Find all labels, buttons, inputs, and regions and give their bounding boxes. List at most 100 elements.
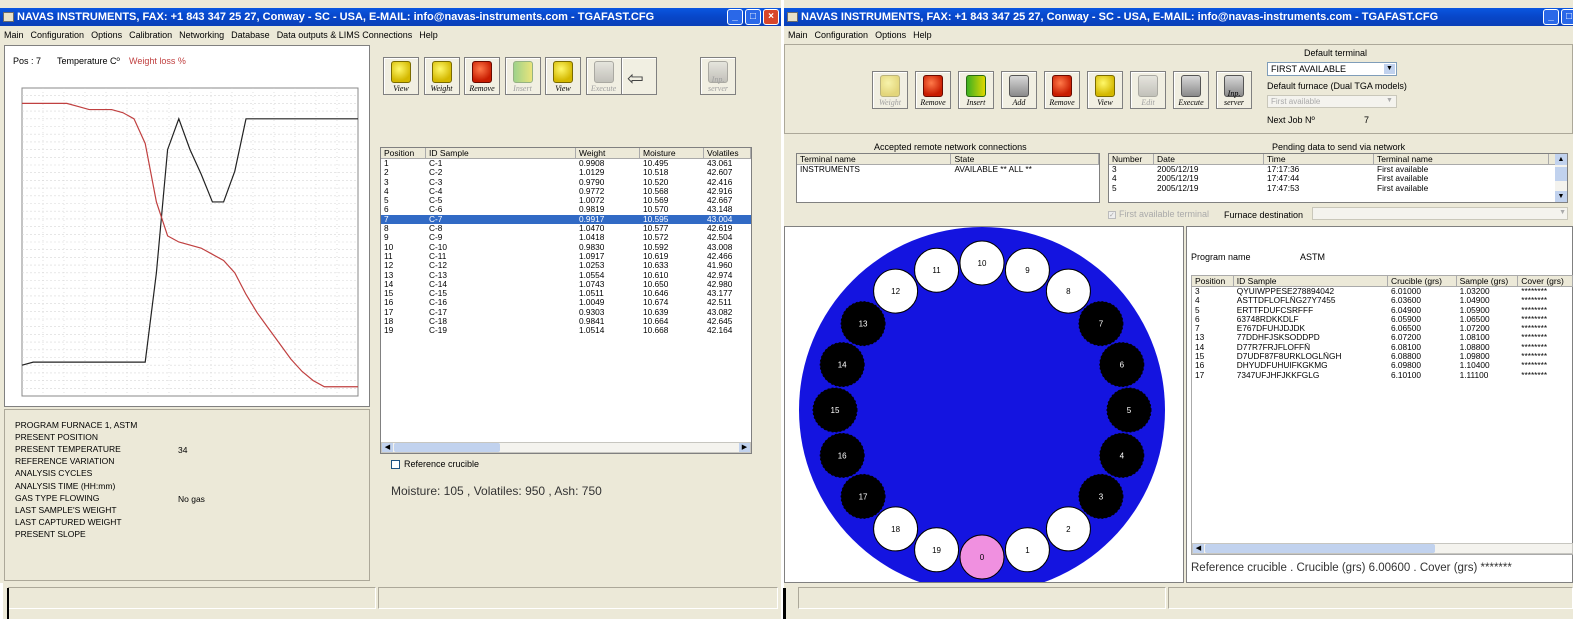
crucible-slot-15[interactable]: 15 bbox=[812, 387, 858, 433]
table-row[interactable]: 5 C-5 1.0072 10.569 42.667 bbox=[381, 196, 751, 205]
menu-item[interactable]: Help bbox=[913, 28, 932, 43]
chevron-up-icon[interactable]: ▲ bbox=[1555, 154, 1567, 165]
table-row[interactable]: 15 C-15 1.0511 10.646 43.177 bbox=[381, 289, 751, 298]
crucible-slot-7[interactable]: 7 bbox=[1078, 301, 1124, 347]
remove-button[interactable]: Remove bbox=[1044, 71, 1080, 109]
column-header[interactable]: Moisture bbox=[640, 148, 704, 158]
menu-item[interactable]: Main bbox=[788, 28, 808, 43]
table-row[interactable]: 18 C-18 0.9841 10.664 42.645 bbox=[381, 317, 751, 326]
back-button[interactable]: ⇦ bbox=[621, 57, 657, 95]
minimize-icon[interactable]: _ bbox=[1543, 9, 1559, 25]
scroll-thumb[interactable] bbox=[1205, 544, 1435, 553]
crucible-slot-12[interactable]: 12 bbox=[873, 268, 919, 314]
first-available-terminal-checkbox[interactable]: ✓ First available terminal bbox=[1108, 209, 1209, 219]
table-row[interactable]: 6 C-6 0.9819 10.570 43.148 bbox=[381, 205, 751, 214]
table-row[interactable]: 4 2005/12/19 17:47:44 First available bbox=[1109, 174, 1567, 183]
table-row[interactable]: 14 D77R7FRJFLOFFÑ 6.08100 1.08800 ******** bbox=[1192, 343, 1573, 352]
column-header[interactable]: Cover (grs) bbox=[1518, 276, 1573, 286]
column-header[interactable]: ID Sample bbox=[1234, 276, 1388, 286]
table-row[interactable]: 11 C-11 1.0917 10.619 42.466 bbox=[381, 252, 751, 261]
menu-item[interactable]: Database bbox=[231, 28, 270, 43]
execute-button[interactable]: Execute bbox=[1173, 71, 1209, 109]
menu-item[interactable]: Help bbox=[419, 28, 438, 43]
insert-button[interactable]: Insert bbox=[958, 71, 994, 109]
crucible-slot-6[interactable]: 6 bbox=[1099, 342, 1145, 388]
menu-item[interactable]: Data outputs & LIMS Connections bbox=[277, 28, 413, 43]
menu-item[interactable]: Configuration bbox=[31, 28, 85, 43]
table-row[interactable]: 19 C-19 1.0514 10.668 42.164 bbox=[381, 326, 751, 335]
menu-item[interactable]: Main bbox=[4, 28, 24, 43]
minimize-icon[interactable]: _ bbox=[727, 9, 743, 25]
weight-button[interactable]: Weight bbox=[872, 71, 908, 109]
column-header[interactable]: Terminal name bbox=[797, 154, 952, 164]
table-row[interactable]: 5 ERTTFDUFCSRFFF 6.04900 1.05900 ******** bbox=[1192, 306, 1573, 315]
scroll-left-icon[interactable]: ◀ bbox=[1193, 544, 1204, 553]
right-title-bar[interactable]: NAVAS INSTRUMENTS, FAX: +1 843 347 25 27… bbox=[784, 8, 1573, 26]
column-header[interactable]: Date bbox=[1154, 154, 1264, 164]
table-row[interactable]: 17 7347UFJHFJKKFGLG 6.10100 1.11100 ******** bbox=[1192, 371, 1573, 380]
table-row[interactable]: 13 77DDHFJSKSODDPD 6.07200 1.08100 ******** bbox=[1192, 333, 1573, 342]
chevron-down-icon[interactable]: ▼ bbox=[1384, 64, 1395, 74]
scroll-thumb[interactable] bbox=[1555, 167, 1567, 181]
furnace-destination-select[interactable]: ▼ bbox=[1312, 207, 1568, 220]
default-terminal-select[interactable]: FIRST AVAILABLE ▼ bbox=[1267, 62, 1397, 76]
edit-button[interactable]: Edit bbox=[1130, 71, 1166, 109]
table-row[interactable]: 7 E767DFUHJDJDK 6.06500 1.07200 ******** bbox=[1192, 324, 1573, 333]
menu-item[interactable]: Options bbox=[91, 28, 122, 43]
menu-item[interactable]: Options bbox=[875, 28, 906, 43]
table-row[interactable]: 14 C-14 1.0743 10.650 42.980 bbox=[381, 280, 751, 289]
crucible-slot-3[interactable]: 3 bbox=[1078, 473, 1124, 519]
table-row[interactable]: 6 63748RDKKDLF 6.05900 1.06500 ******** bbox=[1192, 315, 1573, 324]
results-horizontal-scrollbar[interactable]: ◀ ▶ bbox=[381, 442, 751, 453]
table-row[interactable]: 4 C-4 0.9772 10.568 42.916 bbox=[381, 187, 751, 196]
table-row[interactable]: 9 C-9 1.0418 10.572 42.504 bbox=[381, 233, 751, 242]
close-icon[interactable]: × bbox=[763, 9, 779, 25]
crucible-slot-11[interactable]: 11 bbox=[914, 247, 960, 293]
weight-button[interactable]: Weight bbox=[423, 57, 460, 95]
column-header[interactable]: State bbox=[951, 154, 1099, 164]
insert-button[interactable]: Insert bbox=[504, 57, 541, 95]
add-button[interactable]: Add bbox=[1001, 71, 1037, 109]
crucible-slot-0[interactable]: 0 bbox=[959, 534, 1005, 580]
checkbox-icon[interactable]: ✓ bbox=[1108, 210, 1116, 219]
table-row[interactable]: 15 D7UDF87F8URKLOGLÑGH 6.08800 1.09800 *****… bbox=[1192, 352, 1573, 361]
column-header[interactable]: Terminal name bbox=[1374, 154, 1549, 164]
view-button[interactable]: View bbox=[383, 57, 419, 95]
sample-horizontal-scrollbar[interactable]: ◀ bbox=[1192, 543, 1573, 554]
crucible-slot-8[interactable]: 8 bbox=[1045, 268, 1091, 314]
reference-crucible-checkbox[interactable]: Reference crucible bbox=[391, 459, 479, 470]
left-title-bar[interactable]: NAVAS INSTRUMENTS, FAX: +1 843 347 25 27… bbox=[0, 8, 781, 26]
column-header[interactable]: Weight bbox=[576, 148, 640, 158]
crucible-slot-1[interactable]: 1 bbox=[1004, 527, 1050, 573]
view-button[interactable]: View bbox=[545, 57, 581, 95]
table-row[interactable]: 13 C-13 1.0554 10.610 42.974 bbox=[381, 271, 751, 280]
remove-button[interactable]: Remove bbox=[915, 71, 951, 109]
table-row[interactable]: 16 C-16 1.0049 10.674 42.511 bbox=[381, 298, 751, 307]
table-row[interactable]: 2 C-2 1.0129 10.518 42.607 bbox=[381, 168, 751, 177]
table-row[interactable]: 3 QYUIWPPESE278894042 6.01000 1.03200 ******… bbox=[1192, 287, 1573, 296]
table-row[interactable]: 3 2005/12/19 17:17:36 First available bbox=[1109, 165, 1567, 174]
chevron-down-icon[interactable]: ▼ bbox=[1555, 191, 1567, 202]
column-header[interactable]: Position bbox=[1192, 276, 1234, 286]
table-row[interactable]: 3 C-3 0.9790 10.520 42.416 bbox=[381, 178, 751, 187]
crucible-slot-4[interactable]: 4 bbox=[1099, 432, 1145, 478]
scroll-thumb[interactable] bbox=[394, 443, 500, 452]
column-header[interactable]: Sample (grs) bbox=[1457, 276, 1519, 286]
table-row[interactable]: 1 C-1 0.9908 10.495 43.061 bbox=[381, 159, 751, 168]
table-row[interactable]: 5 2005/12/19 17:47:53 First available bbox=[1109, 184, 1567, 193]
crucible-slot-17[interactable]: 17 bbox=[840, 473, 886, 519]
table-row[interactable]: 16 DHYUDFUHUIFKGKMG 6.09800 1.10400 ******** bbox=[1192, 361, 1573, 370]
scroll-left-icon[interactable]: ◀ bbox=[382, 443, 393, 452]
checkbox-icon[interactable] bbox=[391, 460, 400, 470]
table-row[interactable]: 17 C-17 0.9303 10.639 43.082 bbox=[381, 308, 751, 317]
crucible-slot-2[interactable]: 2 bbox=[1045, 506, 1091, 552]
crucible-slot-18[interactable]: 18 bbox=[873, 506, 919, 552]
view-button[interactable]: View bbox=[1087, 71, 1123, 109]
column-header[interactable]: Crucible (grs) bbox=[1388, 276, 1457, 286]
menu-item[interactable]: Configuration bbox=[815, 28, 869, 43]
execute-button[interactable]: Execute bbox=[585, 57, 622, 95]
crucible-slot-16[interactable]: 16 bbox=[819, 432, 865, 478]
default-furnace-select[interactable]: First available ▼ bbox=[1267, 95, 1397, 108]
table-row[interactable]: 10 C-10 0.9830 10.592 43.008 bbox=[381, 243, 751, 252]
crucible-slot-9[interactable]: 9 bbox=[1004, 247, 1050, 293]
